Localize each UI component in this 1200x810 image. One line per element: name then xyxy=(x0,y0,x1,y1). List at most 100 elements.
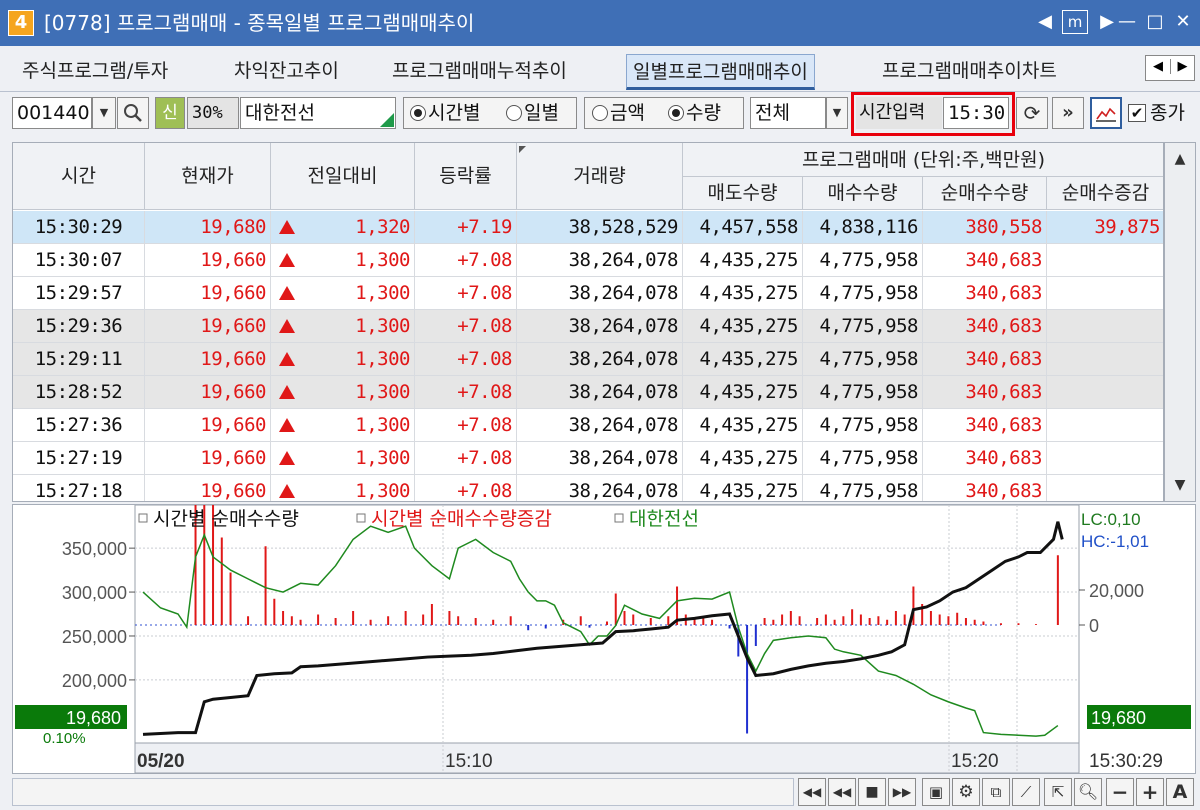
sell-value: 4,457,558 xyxy=(699,216,799,238)
table-row[interactable]: 15:27:36 19,660 1,300 +7.08 38,264,078 4,435,… xyxy=(13,409,1163,442)
cell-price: 19,660 xyxy=(145,442,271,474)
zoom-icon[interactable]: 🔍︎ xyxy=(1074,778,1102,806)
tab-program-trend-chart[interactable]: 프로그램매매추이차트 xyxy=(876,54,1063,90)
up-triangle-icon xyxy=(279,220,295,234)
cell-net: 340,683 xyxy=(923,409,1047,441)
header-net-change[interactable]: 순매수증감 xyxy=(1047,177,1163,210)
refresh-icon[interactable]: ⟳ xyxy=(1016,97,1048,129)
header-buy[interactable]: 매수수량 xyxy=(803,177,923,210)
radio-dot-icon xyxy=(410,105,426,121)
code-dropdown-icon[interactable]: ▼ xyxy=(92,97,116,129)
scroll-down-icon[interactable]: ▼ xyxy=(1165,469,1195,501)
legend-marker xyxy=(614,513,624,523)
close-icon[interactable]: ✕ xyxy=(1168,8,1198,36)
scroll-prev-icon[interactable]: ◀◀ xyxy=(828,778,856,806)
filter-dropdown-icon[interactable]: ▼ xyxy=(826,97,848,129)
radio-quantity-label: 수량 xyxy=(686,102,721,124)
cell-sell: 4,435,275 xyxy=(683,409,803,441)
volume-value: 38,264,078 xyxy=(568,282,679,304)
zoom-out-icon[interactable]: − xyxy=(1106,778,1134,806)
scroll-up-icon[interactable]: ▲ xyxy=(1165,143,1195,175)
radio-by-time[interactable]: 시간별 xyxy=(410,97,480,129)
rate-value: +7.08 xyxy=(457,249,512,271)
scroll-next-icon[interactable]: ▶▶ xyxy=(888,778,916,806)
settings-gear-icon[interactable]: ⚙ xyxy=(952,778,980,806)
radio-amount[interactable]: 금액 xyxy=(592,97,645,129)
tab-stock-program-invest[interactable]: 주식프로그램/투자 xyxy=(16,54,174,90)
close-price-checkbox[interactable]: ✔ xyxy=(1128,104,1146,122)
volume-value: 38,264,078 xyxy=(568,447,679,469)
title-bar[interactable]: 4 [0778] 프로그램매매 - 종목일별 프로그램매매추이 ◀ m ▶ — … xyxy=(0,0,1200,46)
cell-time: 15:30:29 xyxy=(13,211,145,243)
buy-value: 4,775,958 xyxy=(819,447,919,469)
cell-buy: 4,775,958 xyxy=(803,277,923,309)
header-change[interactable]: 전일대비 xyxy=(271,143,415,210)
table-row[interactable]: 15:29:11 19,660 1,300 +7.08 38,264,078 4,435,… xyxy=(13,343,1163,376)
time-value: 15:30:07 xyxy=(34,249,123,271)
x-axis-label: 15:10 xyxy=(445,751,493,772)
cell-net-change: 39,875 xyxy=(1047,211,1163,243)
filter-select[interactable]: 전체 xyxy=(750,97,826,129)
left-tick-label: 300,000 xyxy=(62,583,127,603)
sell-value: 4,435,275 xyxy=(699,348,799,370)
cell-sell: 4,435,275 xyxy=(683,475,803,501)
cell-change: 1,320 xyxy=(271,211,415,243)
header-sell[interactable]: 매도수량 xyxy=(683,177,803,210)
buy-value: 4,775,958 xyxy=(819,315,919,337)
chart-toggle-icon[interactable] xyxy=(1090,97,1122,129)
save-image-icon[interactable]: ▣ xyxy=(922,778,950,806)
tab-daily-program-trend[interactable]: 일별프로그램매매추이 xyxy=(626,54,815,90)
table-row[interactable]: 15:27:18 19,660 1,300 +7.08 38,264,078 4,435,… xyxy=(13,475,1163,501)
net-value: 340,683 xyxy=(965,414,1042,436)
memo-icon[interactable]: m xyxy=(1062,10,1088,34)
zoom-in-icon[interactable]: + xyxy=(1136,778,1164,806)
cursor-icon[interactable]: ⇱ xyxy=(1044,778,1072,806)
header-time[interactable]: 시간 xyxy=(13,143,145,210)
cell-rate: +7.08 xyxy=(415,310,517,342)
table-row[interactable]: 15:30:29 19,680 1,320 +7.19 38,528,529 4,457,… xyxy=(13,211,1163,244)
net-value: 380,558 xyxy=(965,216,1042,238)
chart-canvas[interactable]: 350,000 300,000 250,000 200,000 20,000 0 LC:0,… xyxy=(13,65,1197,775)
radio-dot-icon xyxy=(506,105,522,121)
tab-scroll: ◀ ▶ xyxy=(1145,55,1195,81)
cell-rate: +7.08 xyxy=(415,409,517,441)
radio-quantity[interactable]: 수량 xyxy=(668,97,721,129)
cell-net: 340,683 xyxy=(923,376,1047,408)
next-page-icon[interactable]: » xyxy=(1052,97,1084,129)
table-row[interactable]: 15:29:57 19,660 1,300 +7.08 38,264,078 4,435,… xyxy=(13,277,1163,310)
program-trend-chart[interactable]: 350,000 300,000 250,000 200,000 20,000 0 LC:0,… xyxy=(12,65,1197,775)
table-row[interactable]: 15:28:52 19,660 1,300 +7.08 38,264,078 4,435,… xyxy=(13,376,1163,409)
table-row[interactable]: 15:27:19 19,660 1,300 +7.08 38,264,078 4,435,… xyxy=(13,442,1163,475)
table-row[interactable]: 15:29:36 19,660 1,300 +7.08 38,264,078 4,435,… xyxy=(13,310,1163,343)
maximize-icon[interactable]: □ xyxy=(1140,8,1170,36)
net-value: 340,683 xyxy=(965,315,1042,337)
tab-scroll-left-icon[interactable]: ◀ xyxy=(1146,59,1170,74)
table-row[interactable]: 15:30:07 19,660 1,300 +7.08 38,264,078 4,435,… xyxy=(13,244,1163,277)
radio-by-day[interactable]: 일별 xyxy=(506,97,559,129)
tab-scroll-right-icon[interactable]: ▶ xyxy=(1170,59,1194,74)
copy-icon[interactable]: ⧉ xyxy=(982,778,1010,806)
header-rate[interactable]: 등락률 xyxy=(415,143,517,210)
right-tick-label: 20,000 xyxy=(1089,581,1144,601)
table-scrollbar[interactable]: ▲ ▼ xyxy=(1164,142,1196,502)
header-volume[interactable]: 거래량 xyxy=(517,143,683,210)
net-value: 340,683 xyxy=(965,381,1042,403)
header-net[interactable]: 순매수수량 xyxy=(923,177,1047,210)
corner-marker-icon xyxy=(380,113,394,127)
auto-scale-icon[interactable]: A xyxy=(1166,778,1194,806)
scroll-first-icon[interactable]: ◀◀ xyxy=(798,778,826,806)
up-triangle-icon xyxy=(279,286,295,300)
minimize-icon[interactable]: — xyxy=(1112,8,1142,36)
tab-program-cumulative[interactable]: 프로그램매매누적추이 xyxy=(386,54,573,90)
header-price[interactable]: 현재가 xyxy=(145,143,271,210)
chart-horizontal-scrollbar[interactable] xyxy=(12,778,794,806)
search-icon[interactable] xyxy=(117,97,149,129)
lc-label: LC:0,10 xyxy=(1081,510,1141,529)
draw-line-icon[interactable]: ⟋ xyxy=(1012,778,1040,806)
stock-code-input[interactable]: 001440 xyxy=(12,97,92,129)
stock-name-field: 대한전선 xyxy=(240,97,396,129)
prev-window-icon[interactable]: ◀ xyxy=(1030,8,1060,36)
stop-icon[interactable]: ■ xyxy=(858,778,886,806)
tab-arbitrage-balance[interactable]: 차익잔고추이 xyxy=(228,54,345,90)
time-value: 15:27:36 xyxy=(34,414,123,436)
